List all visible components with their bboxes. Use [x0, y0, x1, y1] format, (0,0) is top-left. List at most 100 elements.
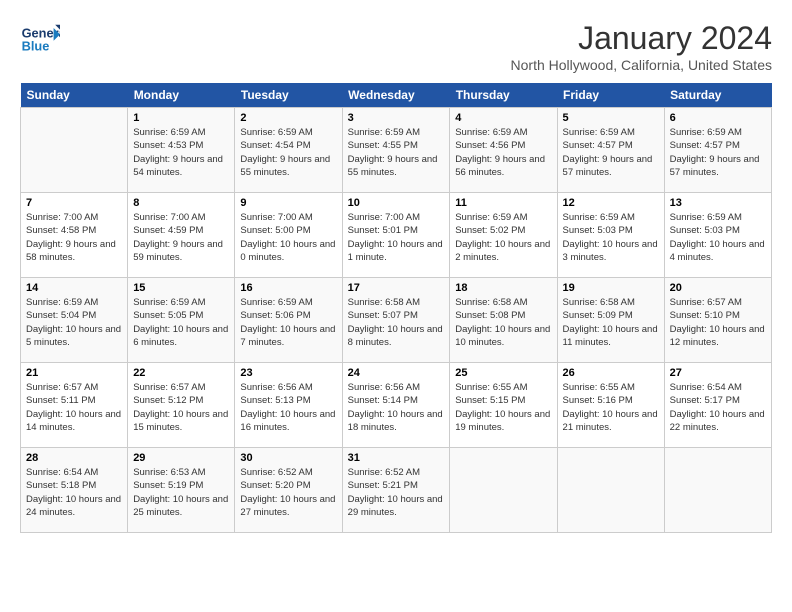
day-number: 8 [133, 197, 229, 209]
calendar-cell: 21 Sunrise: 6:57 AMSunset: 5:11 PMDaylig… [21, 363, 128, 448]
day-number: 27 [670, 367, 766, 379]
day-number: 2 [240, 112, 336, 124]
day-number: 25 [455, 367, 551, 379]
day-info: Sunrise: 6:59 AMSunset: 5:05 PMDaylight:… [133, 296, 229, 349]
weekday-header-friday: Friday [557, 83, 664, 108]
day-info: Sunrise: 7:00 AMSunset: 5:01 PMDaylight:… [348, 211, 445, 264]
weekday-header-thursday: Thursday [450, 83, 557, 108]
calendar-cell: 12 Sunrise: 6:59 AMSunset: 5:03 PMDaylig… [557, 193, 664, 278]
day-info: Sunrise: 6:57 AMSunset: 5:11 PMDaylight:… [26, 381, 122, 434]
calendar-cell: 2 Sunrise: 6:59 AMSunset: 4:54 PMDayligh… [235, 108, 342, 193]
weekday-header-saturday: Saturday [664, 83, 771, 108]
day-number: 30 [240, 452, 336, 464]
day-info: Sunrise: 6:56 AMSunset: 5:14 PMDaylight:… [348, 381, 445, 434]
day-number: 20 [670, 282, 766, 294]
day-info: Sunrise: 7:00 AMSunset: 4:58 PMDaylight:… [26, 211, 122, 264]
calendar-cell [450, 448, 557, 533]
day-info: Sunrise: 6:57 AMSunset: 5:10 PMDaylight:… [670, 296, 766, 349]
day-info: Sunrise: 6:59 AMSunset: 4:56 PMDaylight:… [455, 126, 551, 179]
day-number: 26 [563, 367, 659, 379]
logo-icon: General Blue [20, 20, 60, 60]
day-info: Sunrise: 6:59 AMSunset: 5:02 PMDaylight:… [455, 211, 551, 264]
day-info: Sunrise: 6:59 AMSunset: 5:06 PMDaylight:… [240, 296, 336, 349]
weekday-header-sunday: Sunday [21, 83, 128, 108]
day-info: Sunrise: 7:00 AMSunset: 5:00 PMDaylight:… [240, 211, 336, 264]
calendar-cell: 15 Sunrise: 6:59 AMSunset: 5:05 PMDaylig… [128, 278, 235, 363]
day-number: 29 [133, 452, 229, 464]
day-number: 6 [670, 112, 766, 124]
calendar-cell: 22 Sunrise: 6:57 AMSunset: 5:12 PMDaylig… [128, 363, 235, 448]
weekday-header-monday: Monday [128, 83, 235, 108]
calendar-cell: 5 Sunrise: 6:59 AMSunset: 4:57 PMDayligh… [557, 108, 664, 193]
svg-text:Blue: Blue [22, 38, 50, 53]
calendar-cell: 17 Sunrise: 6:58 AMSunset: 5:07 PMDaylig… [342, 278, 450, 363]
calendar-cell: 7 Sunrise: 7:00 AMSunset: 4:58 PMDayligh… [21, 193, 128, 278]
day-info: Sunrise: 6:57 AMSunset: 5:12 PMDaylight:… [133, 381, 229, 434]
calendar-cell: 9 Sunrise: 7:00 AMSunset: 5:00 PMDayligh… [235, 193, 342, 278]
calendar-cell: 3 Sunrise: 6:59 AMSunset: 4:55 PMDayligh… [342, 108, 450, 193]
calendar-cell: 26 Sunrise: 6:55 AMSunset: 5:16 PMDaylig… [557, 363, 664, 448]
calendar-cell: 8 Sunrise: 7:00 AMSunset: 4:59 PMDayligh… [128, 193, 235, 278]
calendar-cell [21, 108, 128, 193]
day-info: Sunrise: 6:55 AMSunset: 5:16 PMDaylight:… [563, 381, 659, 434]
day-number: 9 [240, 197, 336, 209]
calendar-cell: 18 Sunrise: 6:58 AMSunset: 5:08 PMDaylig… [450, 278, 557, 363]
day-number: 16 [240, 282, 336, 294]
calendar-cell: 23 Sunrise: 6:56 AMSunset: 5:13 PMDaylig… [235, 363, 342, 448]
page-header: General Blue January 2024 North Hollywoo… [20, 20, 772, 73]
calendar-cell: 30 Sunrise: 6:52 AMSunset: 5:20 PMDaylig… [235, 448, 342, 533]
calendar-cell: 20 Sunrise: 6:57 AMSunset: 5:10 PMDaylig… [664, 278, 771, 363]
day-number: 24 [348, 367, 445, 379]
calendar-cell: 27 Sunrise: 6:54 AMSunset: 5:17 PMDaylig… [664, 363, 771, 448]
calendar-cell: 19 Sunrise: 6:58 AMSunset: 5:09 PMDaylig… [557, 278, 664, 363]
day-number: 3 [348, 112, 445, 124]
day-number: 21 [26, 367, 122, 379]
day-number: 15 [133, 282, 229, 294]
calendar-cell: 11 Sunrise: 6:59 AMSunset: 5:02 PMDaylig… [450, 193, 557, 278]
day-number: 13 [670, 197, 766, 209]
day-info: Sunrise: 6:59 AMSunset: 4:57 PMDaylight:… [670, 126, 766, 179]
calendar-cell: 31 Sunrise: 6:52 AMSunset: 5:21 PMDaylig… [342, 448, 450, 533]
calendar-cell: 16 Sunrise: 6:59 AMSunset: 5:06 PMDaylig… [235, 278, 342, 363]
weekday-header-wednesday: Wednesday [342, 83, 450, 108]
day-info: Sunrise: 6:59 AMSunset: 4:55 PMDaylight:… [348, 126, 445, 179]
calendar-cell: 29 Sunrise: 6:53 AMSunset: 5:19 PMDaylig… [128, 448, 235, 533]
day-info: Sunrise: 6:54 AMSunset: 5:18 PMDaylight:… [26, 466, 122, 519]
calendar-cell: 13 Sunrise: 6:59 AMSunset: 5:03 PMDaylig… [664, 193, 771, 278]
day-number: 18 [455, 282, 551, 294]
calendar-cell: 28 Sunrise: 6:54 AMSunset: 5:18 PMDaylig… [21, 448, 128, 533]
day-number: 19 [563, 282, 659, 294]
day-number: 7 [26, 197, 122, 209]
calendar-cell: 1 Sunrise: 6:59 AMSunset: 4:53 PMDayligh… [128, 108, 235, 193]
calendar-cell [557, 448, 664, 533]
day-number: 14 [26, 282, 122, 294]
day-number: 5 [563, 112, 659, 124]
logo: General Blue [20, 20, 64, 60]
day-info: Sunrise: 6:58 AMSunset: 5:09 PMDaylight:… [563, 296, 659, 349]
calendar-table: SundayMondayTuesdayWednesdayThursdayFrid… [20, 83, 772, 533]
location: North Hollywood, California, United Stat… [511, 57, 772, 73]
weekday-header-tuesday: Tuesday [235, 83, 342, 108]
day-info: Sunrise: 6:52 AMSunset: 5:20 PMDaylight:… [240, 466, 336, 519]
day-info: Sunrise: 6:59 AMSunset: 5:04 PMDaylight:… [26, 296, 122, 349]
day-info: Sunrise: 6:59 AMSunset: 5:03 PMDaylight:… [670, 211, 766, 264]
calendar-cell [664, 448, 771, 533]
calendar-cell: 24 Sunrise: 6:56 AMSunset: 5:14 PMDaylig… [342, 363, 450, 448]
day-number: 1 [133, 112, 229, 124]
day-info: Sunrise: 6:59 AMSunset: 4:57 PMDaylight:… [563, 126, 659, 179]
day-info: Sunrise: 6:59 AMSunset: 4:54 PMDaylight:… [240, 126, 336, 179]
day-number: 4 [455, 112, 551, 124]
day-info: Sunrise: 6:53 AMSunset: 5:19 PMDaylight:… [133, 466, 229, 519]
day-info: Sunrise: 7:00 AMSunset: 4:59 PMDaylight:… [133, 211, 229, 264]
day-info: Sunrise: 6:52 AMSunset: 5:21 PMDaylight:… [348, 466, 445, 519]
day-number: 23 [240, 367, 336, 379]
calendar-cell: 6 Sunrise: 6:59 AMSunset: 4:57 PMDayligh… [664, 108, 771, 193]
day-number: 12 [563, 197, 659, 209]
day-info: Sunrise: 6:59 AMSunset: 4:53 PMDaylight:… [133, 126, 229, 179]
day-info: Sunrise: 6:55 AMSunset: 5:15 PMDaylight:… [455, 381, 551, 434]
day-number: 31 [348, 452, 445, 464]
day-info: Sunrise: 6:58 AMSunset: 5:07 PMDaylight:… [348, 296, 445, 349]
calendar-cell: 10 Sunrise: 7:00 AMSunset: 5:01 PMDaylig… [342, 193, 450, 278]
day-info: Sunrise: 6:56 AMSunset: 5:13 PMDaylight:… [240, 381, 336, 434]
calendar-cell: 4 Sunrise: 6:59 AMSunset: 4:56 PMDayligh… [450, 108, 557, 193]
